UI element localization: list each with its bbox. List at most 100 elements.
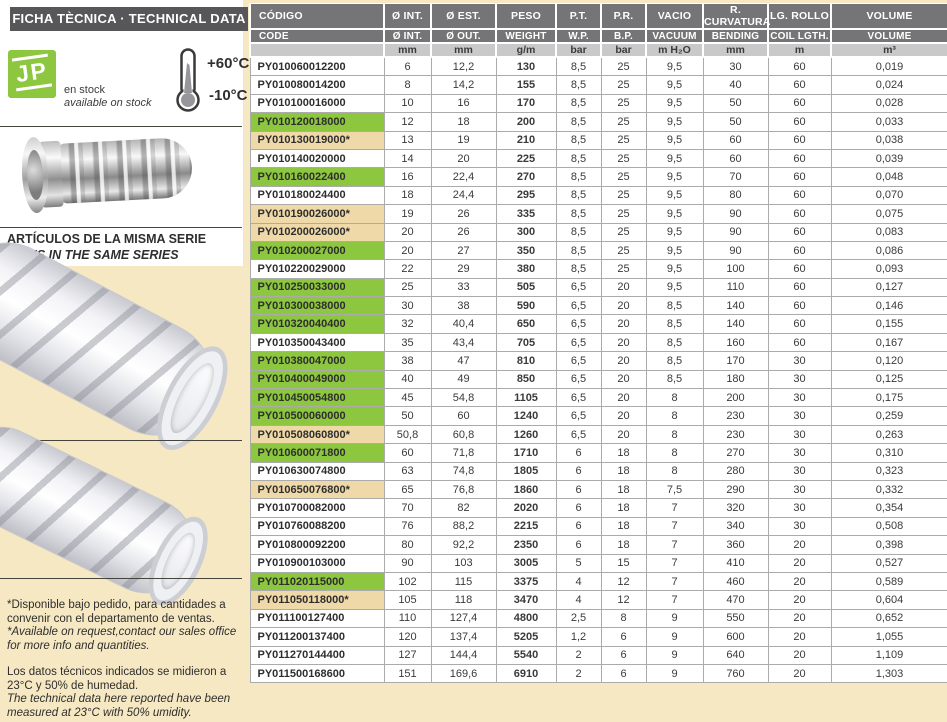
technical-data-table-wrap: CÓDIGOØ INT.Ø EST.PESOP.T.P.R.VACIOR. CU… — [249, 3, 947, 683]
value-cell: 0,508 — [831, 517, 947, 535]
value-cell: 60 — [768, 168, 831, 186]
value-cell: 127 — [384, 646, 431, 664]
table-row: PY010080014200814,21558,5259,540600,024 — [250, 76, 947, 94]
value-cell: 60 — [768, 113, 831, 131]
value-cell: 19 — [431, 131, 496, 149]
value-cell: 9,5 — [646, 149, 703, 167]
value-cell: 25 — [601, 149, 646, 167]
value-cell: 76,8 — [431, 480, 496, 498]
value-cell: 26 — [431, 205, 496, 223]
code-cell: PY010220029000 — [250, 260, 384, 278]
value-cell: 8,5 — [556, 241, 601, 259]
value-cell: 20 — [431, 149, 496, 167]
value-cell: 0,127 — [831, 278, 947, 296]
value-cell: 2350 — [496, 536, 556, 554]
table-row: PY01030003800030385906,5208,5140600,146 — [250, 297, 947, 315]
value-cell: 0,048 — [831, 168, 947, 186]
code-cell: PY010100016000 — [250, 94, 384, 112]
column-header: VOLUME — [831, 29, 947, 43]
value-cell: 20 — [768, 591, 831, 609]
jp-brand-logo: JP — [8, 50, 56, 98]
value-cell: 0,527 — [831, 554, 947, 572]
value-cell: 0,086 — [831, 241, 947, 259]
value-cell: 140 — [703, 297, 768, 315]
value-cell: 550 — [703, 609, 768, 627]
value-cell: 360 — [703, 536, 768, 554]
value-cell: 410 — [703, 554, 768, 572]
value-cell: 18 — [384, 186, 431, 204]
note-data-en: The technical data here reported have be… — [7, 693, 241, 720]
value-cell: 103 — [431, 554, 496, 572]
unit-cell: mm — [384, 43, 431, 57]
value-cell: 18 — [431, 113, 496, 131]
table-row: PY010200026000*20263008,5259,590600,083 — [250, 223, 947, 241]
value-cell: 9,5 — [646, 94, 703, 112]
value-cell: 170 — [703, 352, 768, 370]
table-row: PY011270144400127144,45540269640201,109 — [250, 646, 947, 664]
table-row: PY011200137400120137,452051,269600201,05… — [250, 628, 947, 646]
value-cell: 0,075 — [831, 205, 947, 223]
value-cell: 9,5 — [646, 131, 703, 149]
value-cell: 9,5 — [646, 205, 703, 223]
value-cell: 1,2 — [556, 628, 601, 646]
table-row: PY0109001030009010330055157410200,527 — [250, 554, 947, 572]
value-cell: 25 — [601, 131, 646, 149]
value-cell: 25 — [601, 205, 646, 223]
value-cell: 9 — [646, 646, 703, 664]
value-cell: 230 — [703, 407, 768, 425]
value-cell: 6 — [601, 646, 646, 664]
value-cell: 270 — [496, 168, 556, 186]
value-cell: 60 — [768, 315, 831, 333]
value-cell: 600 — [703, 628, 768, 646]
value-cell: 20 — [601, 407, 646, 425]
table-row: PY01020002700020273508,5259,590600,086 — [250, 241, 947, 259]
value-cell: 115 — [431, 572, 496, 590]
value-cell: 27 — [431, 241, 496, 259]
table-row: PY0101800244001824,42958,5259,580600,070 — [250, 186, 947, 204]
value-cell: 8,5 — [556, 260, 601, 278]
value-cell: 40,4 — [431, 315, 496, 333]
value-cell: 380 — [496, 260, 556, 278]
value-cell: 4 — [556, 591, 601, 609]
hose-bore — [162, 358, 222, 439]
value-cell: 151 — [384, 664, 431, 682]
value-cell: 705 — [496, 333, 556, 351]
column-header: COIL LGTH. — [768, 29, 831, 43]
column-header: WEIGHT — [496, 29, 556, 43]
table-row: PY011500168600151169,66910269760201,303 — [250, 664, 947, 682]
value-cell: 8,5 — [646, 352, 703, 370]
value-cell: 0,604 — [831, 591, 947, 609]
value-cell: 18 — [601, 517, 646, 535]
unit-cell: m H₂O — [646, 43, 703, 57]
value-cell: 8,5 — [646, 297, 703, 315]
value-cell: 60 — [703, 131, 768, 149]
value-cell: 650 — [496, 315, 556, 333]
column-header: CÓDIGO — [250, 4, 384, 30]
note-data-es: Los datos técnicos indicados se midieron… — [7, 666, 241, 693]
value-cell: 640 — [703, 646, 768, 664]
datasheet-page: FICHA TÈCNICA · TECHNICAL DATA JP en sto… — [0, 0, 947, 722]
value-cell: 0,589 — [831, 572, 947, 590]
code-cell: PY010180024400 — [250, 186, 384, 204]
table-row: PY0101600224001622,42708,5259,570600,048 — [250, 168, 947, 186]
value-cell: 6,5 — [556, 278, 601, 296]
stock-availability: en stock available on stock — [64, 84, 151, 110]
value-cell: 8,5 — [646, 370, 703, 388]
value-cell: 0,354 — [831, 499, 947, 517]
value-cell: 60 — [431, 407, 496, 425]
value-cell: 2020 — [496, 499, 556, 517]
value-cell: 60 — [768, 205, 831, 223]
code-cell: PY010130019000* — [250, 131, 384, 149]
value-cell: 60 — [768, 333, 831, 351]
value-cell: 230 — [703, 425, 768, 443]
value-cell: 25 — [601, 241, 646, 259]
code-cell: PY010190026000* — [250, 205, 384, 223]
value-cell: 850 — [496, 370, 556, 388]
value-cell: 0,652 — [831, 609, 947, 627]
value-cell: 6 — [384, 57, 431, 76]
value-cell: 8,5 — [556, 131, 601, 149]
value-cell: 350 — [496, 241, 556, 259]
value-cell: 20 — [601, 333, 646, 351]
value-cell: 470 — [703, 591, 768, 609]
value-cell: 38 — [431, 297, 496, 315]
